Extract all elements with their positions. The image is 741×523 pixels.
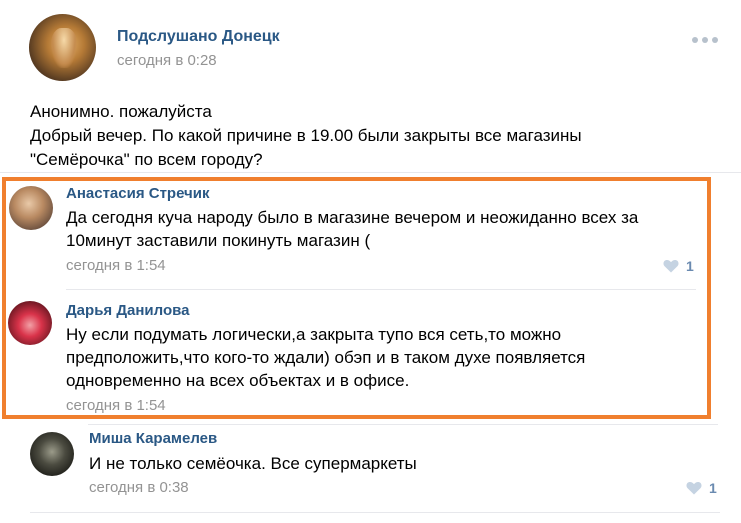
avatar[interactable] <box>30 432 74 476</box>
comment-text: И не только семёочка. Все супермаркеты <box>89 452 417 475</box>
divider <box>0 172 741 173</box>
like-button[interactable]: 1 <box>686 480 717 496</box>
divider <box>88 424 718 425</box>
post-text: Анонимно. пожалуйста Добрый вечер. По ка… <box>30 100 730 172</box>
highlight-frame <box>2 177 711 419</box>
post-header: Подслушано Донецк сегодня в 0:28 <box>0 0 741 90</box>
group-avatar[interactable] <box>29 14 96 81</box>
comment-author-link[interactable]: Миша Карамелев <box>89 430 217 447</box>
post-text-line: Анонимно. пожалуйста <box>30 102 212 121</box>
like-count: 1 <box>709 480 717 496</box>
heart-icon <box>686 481 702 495</box>
more-horizontal-icon[interactable] <box>692 36 720 44</box>
post-time[interactable]: сегодня в 0:28 <box>117 52 217 69</box>
post-text-line: "Семёрочка" по всем городу? <box>30 150 263 169</box>
group-name-link[interactable]: Подслушано Донецк <box>117 28 280 46</box>
divider <box>30 512 720 513</box>
comment-time[interactable]: сегодня в 0:38 <box>89 479 189 496</box>
post-text-line: Добрый вечер. По какой причине в 19.00 б… <box>30 126 582 145</box>
comment-text-line: И не только семёочка. Все супермаркеты <box>89 454 417 473</box>
